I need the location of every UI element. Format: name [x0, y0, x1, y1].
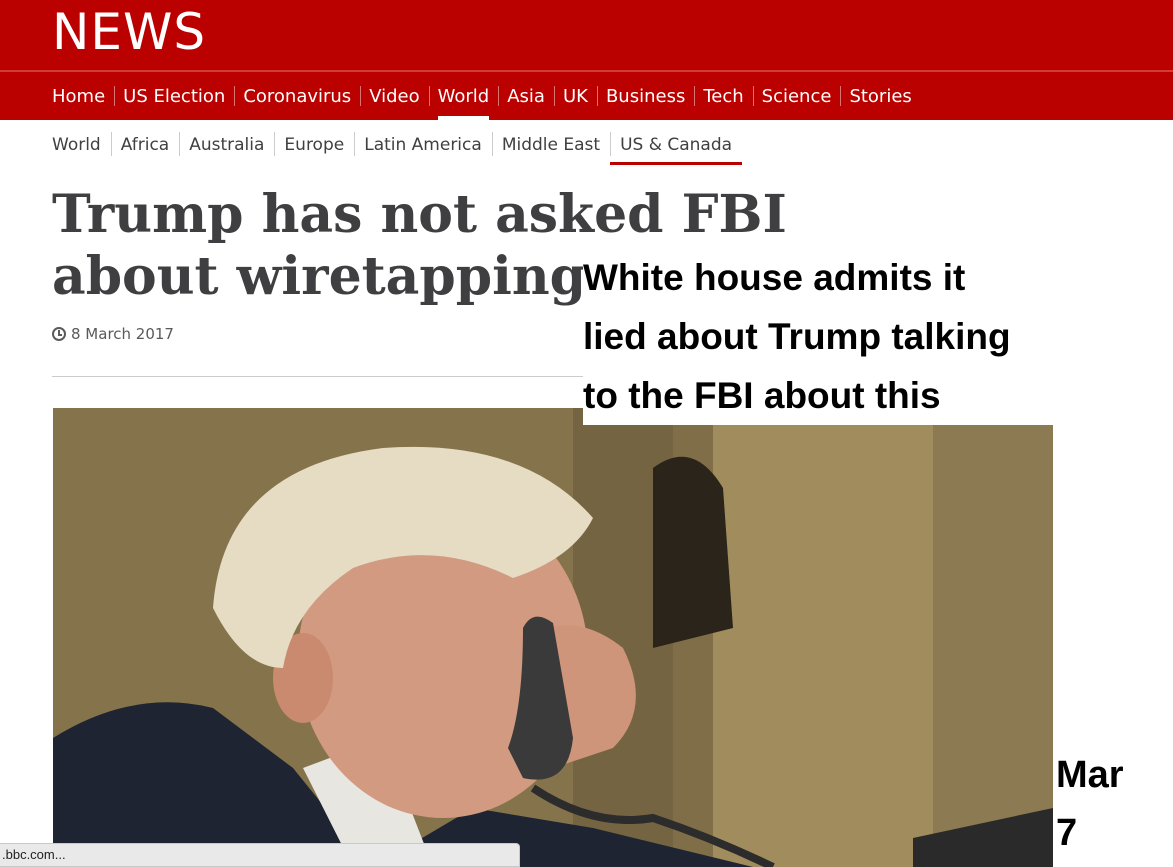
secondary-nav: World Africa Australia Europe Latin Amer…	[52, 128, 743, 165]
nav-item-label: Asia	[507, 85, 545, 107]
subnav-item-label: Europe	[284, 135, 345, 155]
nav-item-coronavirus[interactable]: Coronavirus	[234, 72, 360, 120]
nav-item-label: Video	[369, 85, 420, 107]
subnav-item-africa[interactable]: Africa	[110, 128, 180, 162]
nav-item-label: Business	[605, 85, 686, 107]
nav-item-label: US Election	[123, 85, 226, 107]
subnav-item-australia[interactable]: Australia	[179, 128, 274, 162]
browser-status-bar: .bbc.com...	[0, 843, 520, 867]
overlay-caption: White house admits it lied about Trump t…	[583, 248, 1173, 425]
nav-item-label: Science	[761, 85, 832, 107]
page: NEWS Home US Election Coronavirus Video …	[0, 0, 1173, 867]
article-dateline: 8 March 2017	[52, 325, 174, 343]
nav-item-label: World	[437, 85, 490, 107]
subnav-item-middle-east[interactable]: Middle East	[491, 128, 610, 162]
nav-item-uk[interactable]: UK	[553, 72, 597, 120]
subnav-item-world[interactable]: World	[52, 128, 111, 162]
clock-icon	[52, 327, 66, 341]
nav-item-science[interactable]: Science	[752, 72, 841, 120]
masthead: NEWS	[0, 0, 1173, 72]
article-date: 8 March 2017	[71, 325, 174, 343]
subnav-item-label: Middle East	[501, 135, 601, 155]
nav-item-home[interactable]: Home	[52, 72, 114, 120]
nav-item-label: Tech	[703, 85, 744, 107]
subnav-item-europe[interactable]: Europe	[274, 128, 354, 162]
nav-item-business[interactable]: Business	[596, 72, 694, 120]
subnav-item-label: US & Canada	[620, 135, 733, 155]
nav-item-label: Home	[52, 85, 106, 107]
status-url: .bbc.com...	[2, 847, 66, 862]
subnav-item-label: Africa	[120, 135, 170, 155]
nav-item-label: Coronavirus	[243, 85, 352, 107]
nav-item-tech[interactable]: Tech	[694, 72, 752, 120]
subnav-item-us-canada[interactable]: US & Canada	[610, 128, 743, 165]
primary-nav: Home US Election Coronavirus Video World…	[0, 72, 1173, 120]
nav-item-asia[interactable]: Asia	[498, 72, 554, 120]
bbc-news-logo[interactable]: NEWS	[52, 2, 206, 62]
nav-item-world[interactable]: World	[428, 72, 499, 120]
subnav-item-label: World	[52, 135, 101, 155]
article-photo[interactable]	[53, 408, 1053, 867]
overlay-date-note: Mar 7	[1056, 746, 1173, 867]
nav-item-label: UK	[562, 85, 588, 107]
subnav-item-label: Australia	[189, 135, 265, 155]
photo-illustration	[53, 408, 1053, 867]
subnav-item-latin-america[interactable]: Latin America	[354, 128, 492, 162]
subnav-item-label: Latin America	[364, 135, 482, 155]
nav-item-stories[interactable]: Stories	[840, 72, 920, 120]
nav-item-us-election[interactable]: US Election	[114, 72, 234, 120]
nav-item-label: Stories	[849, 85, 912, 107]
nav-item-video[interactable]: Video	[360, 72, 428, 120]
